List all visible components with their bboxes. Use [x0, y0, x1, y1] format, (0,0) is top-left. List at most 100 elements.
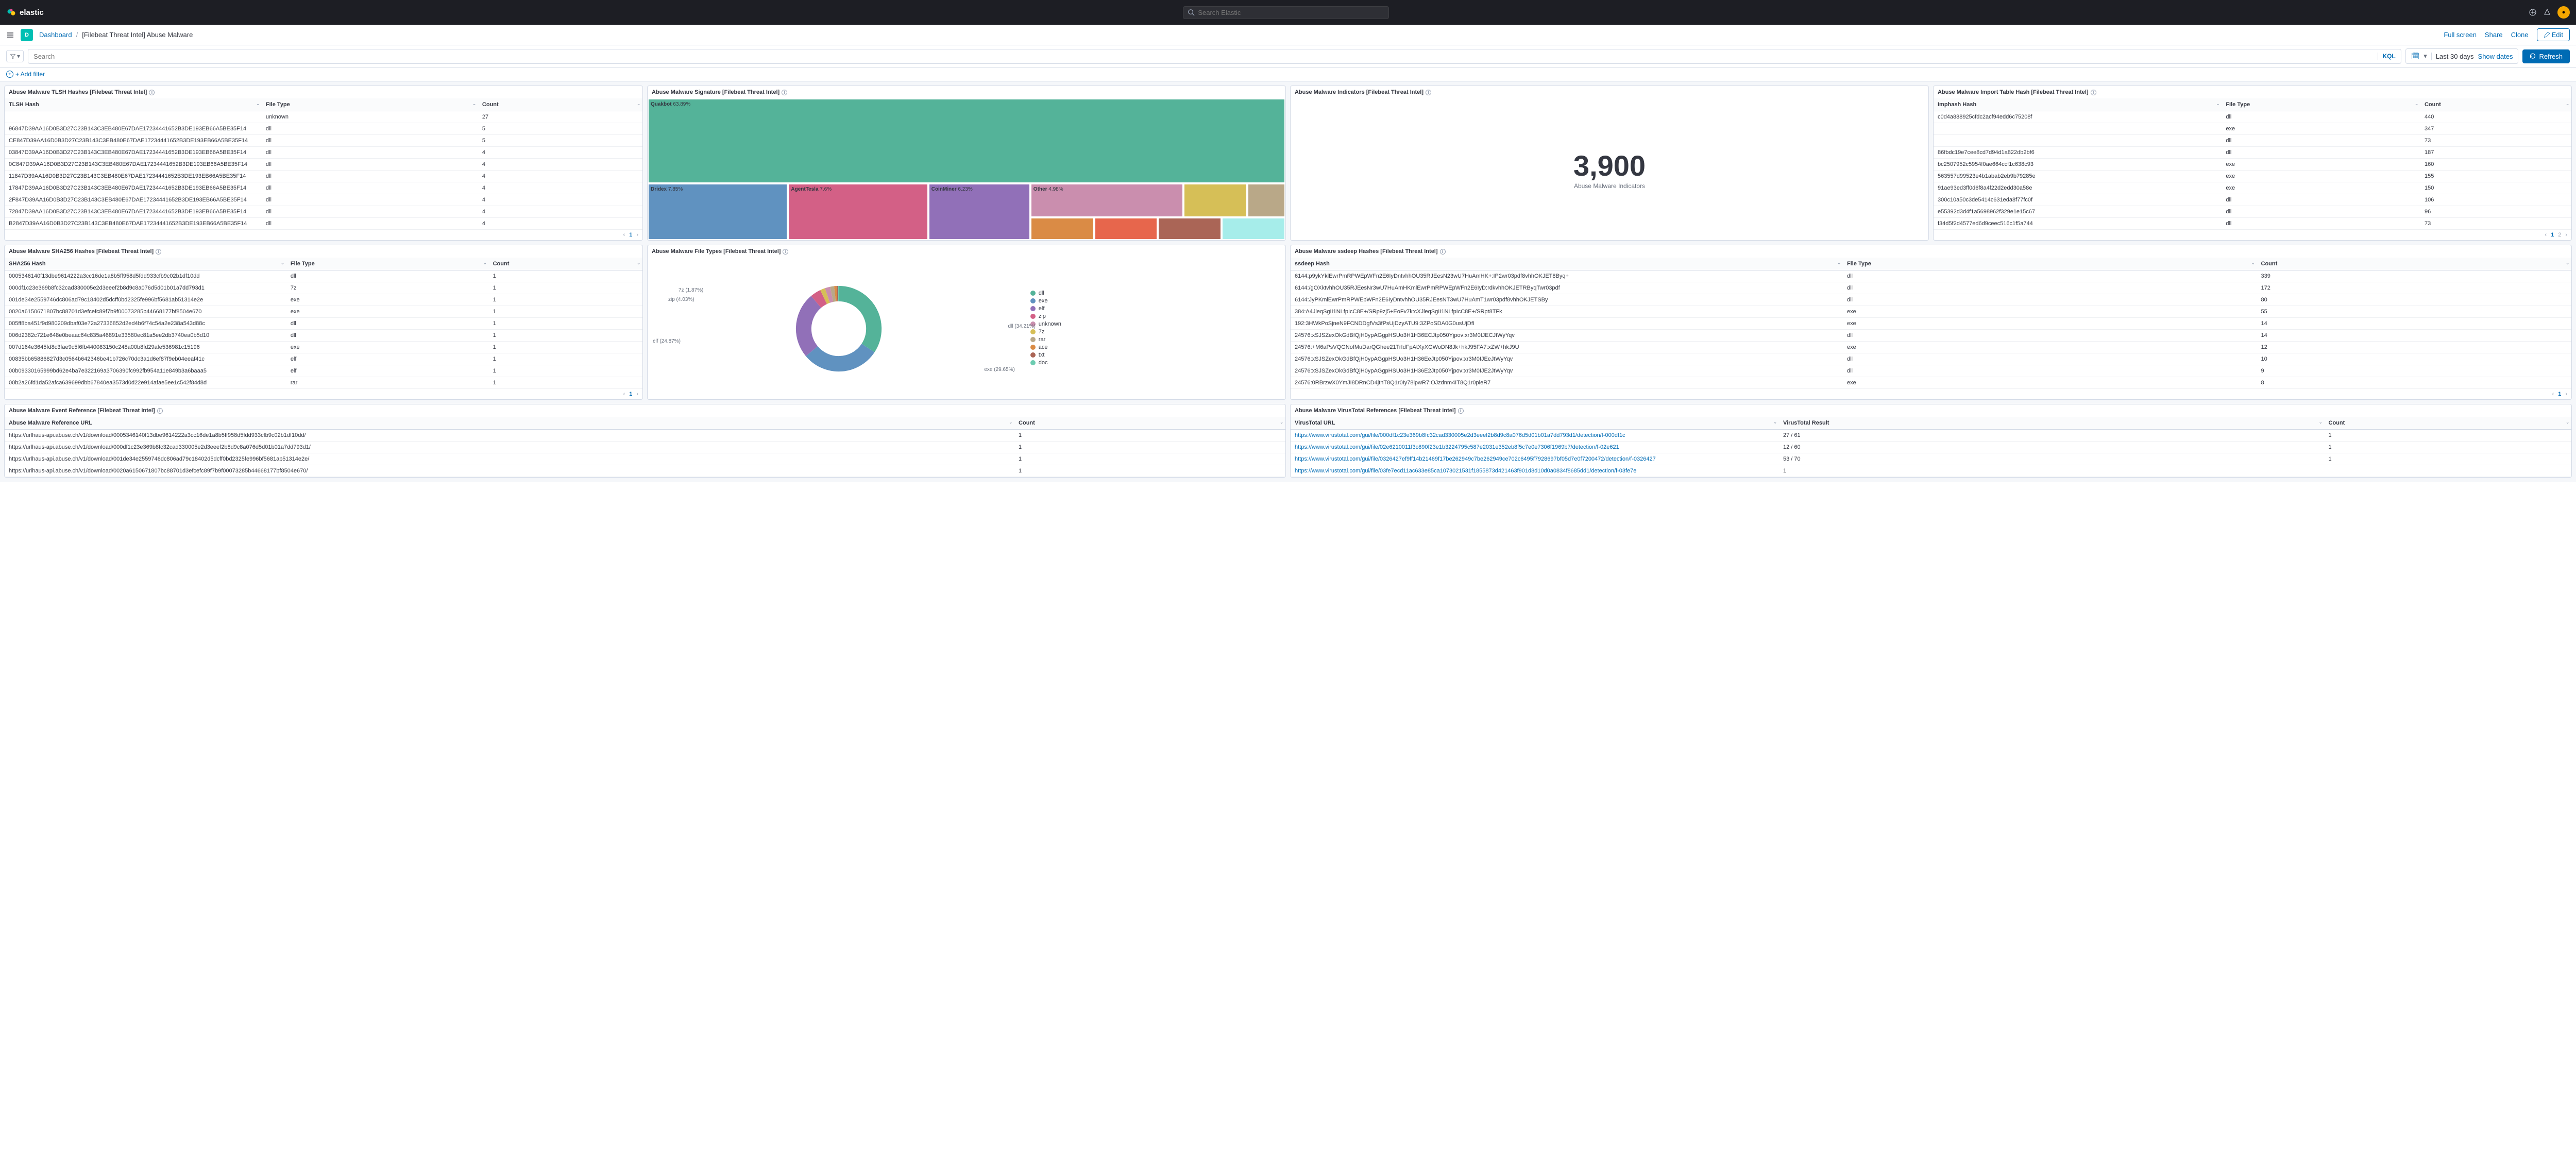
table-row[interactable]: https://urlhaus-api.abuse.ch/v1/download… [5, 453, 1285, 465]
table-row[interactable]: 0020a6150671807bc88701d3efcefc89f7b9f000… [5, 306, 642, 318]
page-number[interactable]: 1 [2551, 232, 2554, 238]
fullscreen-link[interactable]: Full screen [2444, 31, 2477, 39]
info-icon[interactable]: i [782, 90, 787, 95]
table-row[interactable]: 24576:+M6aPsVQGNofMuDarQGhee21TrIdFpAtXy… [1291, 342, 2571, 353]
info-icon[interactable]: i [2091, 90, 2096, 95]
table-row[interactable]: c0d4a888925cfdc2acf94edd6c75208fdll440 [1934, 111, 2571, 123]
column-header[interactable]: VirusTotal Result⌄ [1779, 417, 2325, 430]
table-row[interactable]: https://www.virustotal.com/gui/file/0326… [1291, 453, 2571, 465]
edit-button[interactable]: Edit [2537, 28, 2570, 41]
table-row[interactable]: 24576:xSJSZexOkGdBfQjH0ypAGgpHSUo3H1H36E… [1291, 330, 2571, 342]
legend-item[interactable]: elf [1030, 306, 1061, 312]
table-row[interactable]: 17847D39AA16D0B3D27C23B143C3EB480E67DAE1… [5, 182, 642, 194]
table-row[interactable]: exe347 [1934, 123, 2571, 135]
treemap-cell[interactable] [1247, 183, 1285, 217]
next-page[interactable]: › [636, 232, 638, 238]
column-header[interactable]: Count⌄ [489, 258, 642, 270]
table-row[interactable]: unknown27 [5, 111, 642, 123]
table-row[interactable]: 300c10a50c3de5414c631eda8f77fc0fdll106 [1934, 194, 2571, 206]
next-page[interactable]: › [636, 391, 638, 397]
table-row[interactable]: 0005346140f13dbe9614222a3cc16de1a8b5ff95… [5, 270, 642, 282]
table-row[interactable]: 0C847D39AA16D0B3D27C23B143C3EB480E67DAE1… [5, 159, 642, 171]
table-row[interactable]: 96847D39AA16D0B3D27C23B143C3EB480E67DAE1… [5, 123, 642, 135]
treemap-cell[interactable] [1222, 217, 1285, 240]
legend-item[interactable]: 7z [1030, 329, 1061, 335]
table-row[interactable]: 007d164e3645fd8c3fae9c5f6fb440083150c248… [5, 342, 642, 353]
kql-badge[interactable]: KQL [2378, 53, 2395, 60]
table-row[interactable]: https://www.virustotal.com/gui/file/03fe… [1291, 465, 2571, 477]
table-row[interactable]: bc2507952c5954f0ae664ccf1c638c93exe160 [1934, 159, 2571, 171]
table-row[interactable]: 2F847D39AA16D0B3D27C23B143C3EB480E67DAE1… [5, 194, 642, 206]
table-row[interactable]: dll73 [1934, 135, 2571, 147]
prev-page[interactable]: ‹ [623, 391, 625, 397]
legend-item[interactable]: dll [1030, 290, 1061, 296]
table-row[interactable]: 24576:0RBrzwX0YmJI8DRnCD4jtnT8Q1r0Iy78ip… [1291, 377, 2571, 389]
filetypes-donut[interactable]: 7z (1.87%) zip (4.03%) elf (24.87%) exe … [648, 282, 1030, 375]
table-row[interactable]: 6144:/gOXktvhhOU35RJEesNr3wU7HuAmHKmlEwr… [1291, 282, 2571, 294]
table-row[interactable]: 001de34e2559746dc806ad79c18402d5dcff0bd2… [5, 294, 642, 306]
treemap-cell[interactable]: Other 4.98% [1030, 183, 1183, 217]
next-page[interactable]: › [2565, 391, 2567, 397]
treemap-cell[interactable] [1030, 217, 1094, 240]
breadcrumb-root[interactable]: Dashboard [39, 31, 72, 39]
prev-page[interactable]: ‹ [2552, 391, 2554, 397]
column-header[interactable]: VirusTotal URL⌄ [1291, 417, 1779, 430]
treemap-cell[interactable]: AgentTesla 7.6% [788, 183, 928, 240]
legend-item[interactable]: exe [1030, 298, 1061, 304]
page-number[interactable]: 2 [2558, 232, 2561, 238]
newsfeed-icon[interactable] [2529, 8, 2537, 16]
column-header[interactable]: File Type⌄ [2222, 98, 2420, 111]
query-input-wrap[interactable]: KQL [28, 49, 2401, 64]
table-row[interactable]: https://urlhaus-api.abuse.ch/v1/download… [5, 465, 1285, 477]
column-header[interactable]: SHA256 Hash⌄ [5, 258, 286, 270]
table-row[interactable]: 563557d99523e4b1abab2eb9b79285eexe155 [1934, 171, 2571, 182]
space-badge[interactable]: D [21, 29, 33, 41]
legend-item[interactable]: txt [1030, 352, 1061, 358]
query-input[interactable] [33, 53, 2374, 60]
table-row[interactable]: 384:A4JleqSgII1NLfpIcC8E+/SRp9zj5+EoFv7k… [1291, 306, 2571, 318]
treemap-cell[interactable]: Dridex 7.85% [648, 183, 788, 240]
table-row[interactable]: 00b2a26fd1da52afca639699dbb67840ea3573d0… [5, 377, 642, 389]
legend-item[interactable]: rar [1030, 336, 1061, 343]
table-row[interactable]: 24576:xSJSZexOkGdBfQjH0ypAGgpHSUo3H1H36E… [1291, 353, 2571, 365]
table-row[interactable]: B2847D39AA16D0B3D27C23B143C3EB480E67DAE1… [5, 218, 642, 230]
prev-page[interactable]: ‹ [623, 232, 625, 238]
help-icon[interactable] [2543, 8, 2551, 16]
table-row[interactable]: f34d5f2d4577ed6d9ceec516c1f5a744dll73 [1934, 218, 2571, 230]
table-row[interactable]: 86fbdc19e7cee8cd7d94d1a822db2bf6dll187 [1934, 147, 2571, 159]
table-row[interactable]: CE847D39AA16D0B3D27C23B143C3EB480E67DAE1… [5, 135, 642, 147]
table-row[interactable]: 192:3HWkPoSjneN9FCNDDgfVs3fPsUjDzyATU9:3… [1291, 318, 2571, 330]
clone-link[interactable]: Clone [2511, 31, 2529, 39]
info-icon[interactable]: i [156, 249, 161, 255]
table-row[interactable]: https://www.virustotal.com/gui/file/000d… [1291, 430, 2571, 442]
user-avatar[interactable]: ● [2557, 6, 2570, 19]
legend-item[interactable]: ace [1030, 344, 1061, 350]
table-row[interactable]: https://urlhaus-api.abuse.ch/v1/download… [5, 430, 1285, 442]
column-header[interactable]: Count⌄ [2420, 98, 2571, 111]
info-icon[interactable]: i [1440, 249, 1446, 255]
column-header[interactable]: Count⌄ [2257, 258, 2571, 270]
signature-treemap[interactable]: Quakbot 63.89%Dridex 7.85%AgentTesla 7.6… [648, 98, 1285, 240]
table-row[interactable]: 6144:JyPKmlEwrPmRPWEpWFn2E6IyDntvhhOU35R… [1291, 294, 2571, 306]
table-row[interactable]: 03847D39AA16D0B3D27C23B143C3EB480E67DAE1… [5, 147, 642, 159]
treemap-cell[interactable]: CoinMiner 6.23% [928, 183, 1030, 240]
filter-toggle[interactable]: ▾ [6, 50, 24, 62]
refresh-button[interactable]: Refresh [2522, 49, 2570, 63]
prev-page[interactable]: ‹ [2545, 232, 2547, 238]
treemap-cell[interactable] [1094, 217, 1158, 240]
table-row[interactable]: https://urlhaus-api.abuse.ch/v1/download… [5, 442, 1285, 453]
table-row[interactable]: 00835bb65886827d3c0564b642346be41b726c70… [5, 353, 642, 365]
nav-toggle-icon[interactable] [6, 31, 14, 39]
table-row[interactable]: 000df1c23e369b8fc32cad330005e2d3eeef2b8d… [5, 282, 642, 294]
table-row[interactable]: 11847D39AA16D0B3D27C23B143C3EB480E67DAE1… [5, 171, 642, 182]
show-dates-link[interactable]: Show dates [2478, 53, 2513, 60]
global-search[interactable] [1183, 6, 1389, 19]
table-row[interactable]: 00b09330165999bd62e4ba7e322169a3706390fc… [5, 365, 642, 377]
column-header[interactable]: ssdeep Hash⌄ [1291, 258, 1843, 270]
legend-item[interactable]: doc [1030, 360, 1061, 366]
table-row[interactable]: 91ae93ed3ff0d6f8a4f22d2edd30a58eexe150 [1934, 182, 2571, 194]
treemap-cell[interactable] [1183, 183, 1247, 217]
table-row[interactable]: 72847D39AA16D0B3D27C23B143C3EB480E67DAE1… [5, 206, 642, 218]
table-row[interactable]: 006d2382c721e648e0beaac64c835a46891e3358… [5, 330, 642, 342]
table-row[interactable]: https://www.virustotal.com/gui/file/02e6… [1291, 442, 2571, 453]
